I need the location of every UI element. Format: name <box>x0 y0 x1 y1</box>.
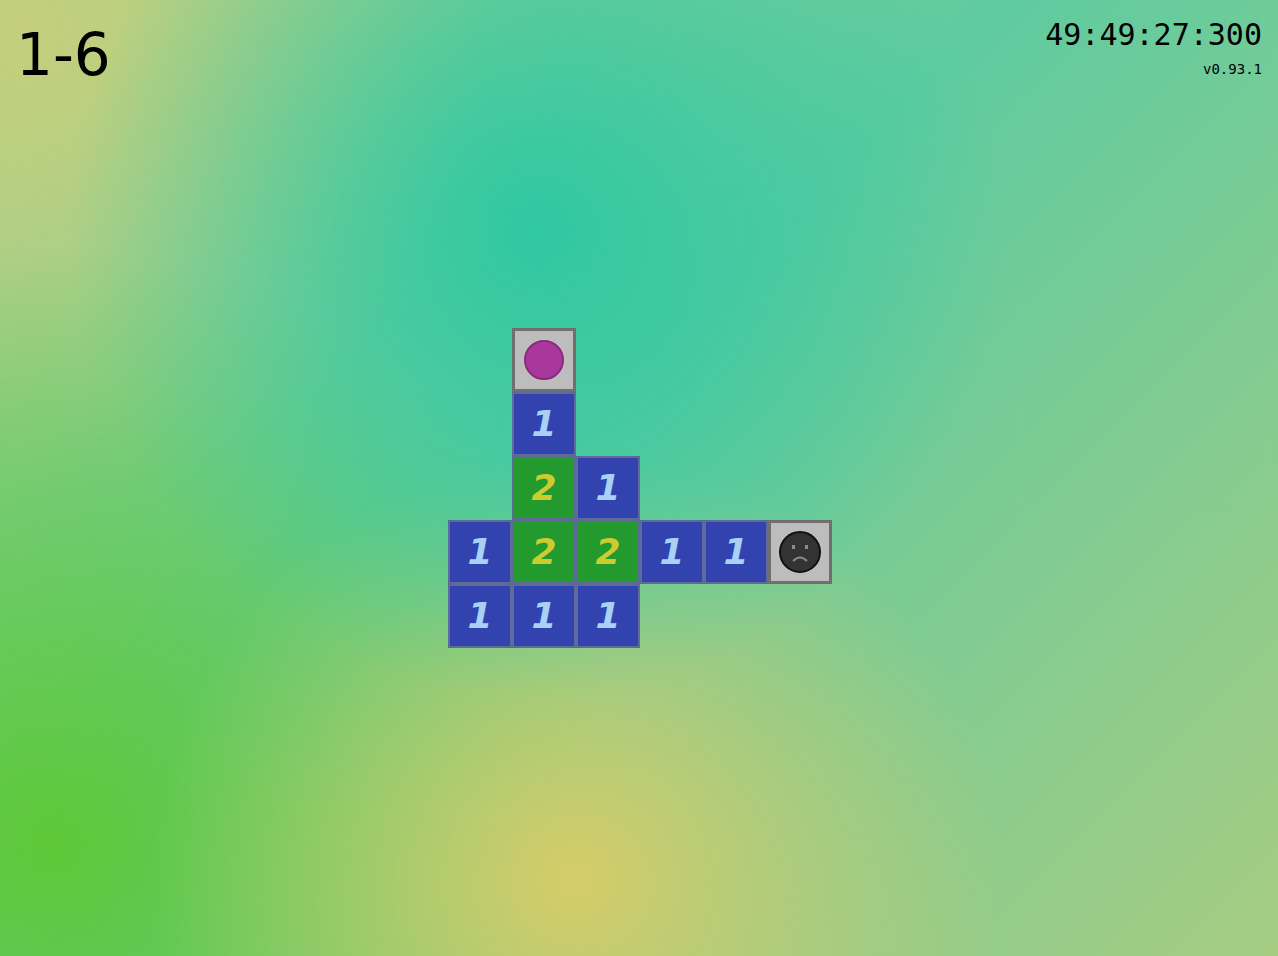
empty-cell <box>704 392 768 456</box>
tile-number: 2 <box>595 531 620 572</box>
empty-cell <box>768 584 832 648</box>
number-label: 2 <box>595 534 620 570</box>
timer-panel: 49:49:27:300 v0.93.1 <box>1045 20 1262 76</box>
empty-cell <box>576 328 640 392</box>
empty-cell <box>768 392 832 456</box>
tile-number: 1 <box>467 595 492 636</box>
game-board: 1 2 1 1 2 2 1 1 1 1 1 <box>448 328 1278 648</box>
sad-face-icon <box>778 530 822 574</box>
hud: 1-6 49:49:27:300 v0.93.1 <box>0 0 1278 84</box>
board-tile: 1 <box>448 520 512 584</box>
timer: 49:49:27:300 <box>1045 20 1262 50</box>
board-tile: 2 <box>576 520 640 584</box>
board-tile: 2 <box>512 520 576 584</box>
board-tile: 2 <box>512 456 576 520</box>
empty-cell <box>640 328 704 392</box>
empty-cell <box>640 392 704 456</box>
empty-cell <box>768 328 832 392</box>
board-tile: 1 <box>448 584 512 648</box>
number-label: 1 <box>595 470 620 506</box>
purple-dot-icon <box>524 340 564 380</box>
game-screen: 1-6 49:49:27:300 v0.93.1 1 2 1 1 2 2 1 1 1 1 1 <box>0 0 1278 956</box>
number-label: 1 <box>595 598 620 634</box>
empty-cell <box>576 392 640 456</box>
number-label: 1 <box>723 534 748 570</box>
board-tile: 1 <box>576 456 640 520</box>
board-tile: 1 <box>576 584 640 648</box>
number-label: 1 <box>531 406 556 442</box>
number-label: 1 <box>467 598 492 634</box>
board-tile: 1 <box>512 392 576 456</box>
tile-number: 1 <box>531 595 556 636</box>
tile-number: 1 <box>467 531 492 572</box>
empty-cell <box>704 456 768 520</box>
tile-number: 2 <box>531 531 556 572</box>
board-tile <box>512 328 576 392</box>
number-label: 1 <box>531 598 556 634</box>
board-tile <box>768 520 832 584</box>
tile-number: 2 <box>531 467 556 508</box>
number-label: 2 <box>531 470 556 506</box>
level-label: 1-6 <box>16 26 111 84</box>
board-tile: 1 <box>640 520 704 584</box>
empty-cell <box>448 328 512 392</box>
number-label: 2 <box>531 534 556 570</box>
empty-cell <box>640 584 704 648</box>
empty-cell <box>448 456 512 520</box>
empty-cell <box>704 328 768 392</box>
empty-cell <box>704 584 768 648</box>
tile-number: 1 <box>531 403 556 444</box>
empty-cell <box>768 456 832 520</box>
number-label: 1 <box>467 534 492 570</box>
tile-number: 1 <box>595 467 620 508</box>
version-label: v0.93.1 <box>1203 62 1262 76</box>
number-label: 1 <box>659 534 684 570</box>
board-tile: 1 <box>512 584 576 648</box>
board-tile: 1 <box>704 520 768 584</box>
tile-number: 1 <box>595 595 620 636</box>
tile-number: 1 <box>723 531 748 572</box>
tile-number: 1 <box>659 531 684 572</box>
empty-cell <box>448 392 512 456</box>
empty-cell <box>640 456 704 520</box>
